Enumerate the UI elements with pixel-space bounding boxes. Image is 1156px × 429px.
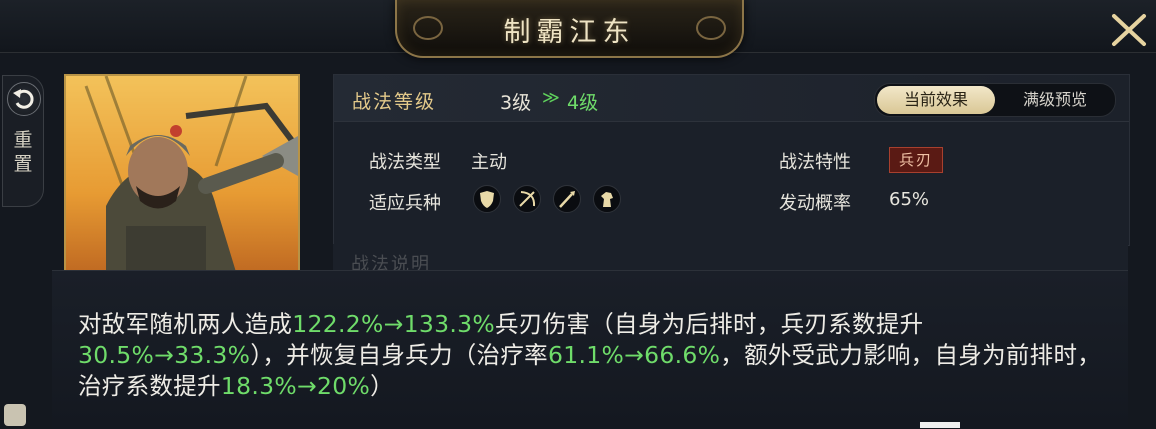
title-plate: 制霸江东	[395, 0, 744, 58]
skill-trait-label: 战法特性	[779, 152, 851, 173]
horse-icon	[593, 185, 621, 213]
reset-button[interactable]: 重 置	[2, 75, 44, 207]
description-header-strip: 战法说明	[333, 244, 1128, 270]
trigger-chance-label: 发动概率	[779, 193, 851, 214]
tab-max-preview[interactable]: 满级预览	[997, 86, 1113, 114]
tab-current-effect[interactable]: 当前效果	[877, 86, 995, 114]
spear-icon	[553, 185, 581, 213]
undo-icon	[7, 82, 41, 116]
close-button[interactable]	[1108, 12, 1150, 48]
level-label: 战法等级	[352, 91, 437, 113]
skill-trait-badge: 兵刃	[889, 147, 943, 173]
trigger-chance-value: 65%	[889, 189, 930, 210]
corner-badge	[4, 404, 26, 426]
reset-label: 重 置	[13, 129, 33, 175]
skill-type-value: 主动	[471, 152, 507, 173]
description-box: 对敌军随机两人造成122.2%→133.3%兵刃伤害（自身为后排时，兵刃系数提升…	[52, 270, 1128, 429]
general-portrait	[64, 74, 300, 274]
effect-toggle: 当前效果 满级预览	[874, 83, 1116, 117]
bow-icon	[513, 185, 541, 213]
troop-types-label: 适应兵种	[369, 193, 441, 214]
skill-type-label: 战法类型	[369, 152, 441, 173]
description-header: 战法说明	[351, 254, 431, 270]
close-icon	[1112, 14, 1146, 46]
level-header: 战法等级 3级 ≫ 4级 当前效果 满级预览	[334, 75, 1129, 122]
skill-info-panel: 战法等级 3级 ≫ 4级 当前效果 满级预览 战法类型 主动 战法特性 兵刃 适…	[333, 74, 1130, 246]
level-arrow-icon: ≫	[542, 88, 560, 108]
bottom-indicator	[920, 422, 960, 428]
shield-icon	[473, 185, 501, 213]
level-next: 4级	[567, 92, 599, 114]
level-current: 3级	[500, 92, 532, 114]
page-title: 制霸江东	[503, 17, 636, 48]
skill-description: 对敌军随机两人造成122.2%→133.3%兵刃伤害（自身为后排时，兵刃系数提升…	[78, 310, 1102, 400]
